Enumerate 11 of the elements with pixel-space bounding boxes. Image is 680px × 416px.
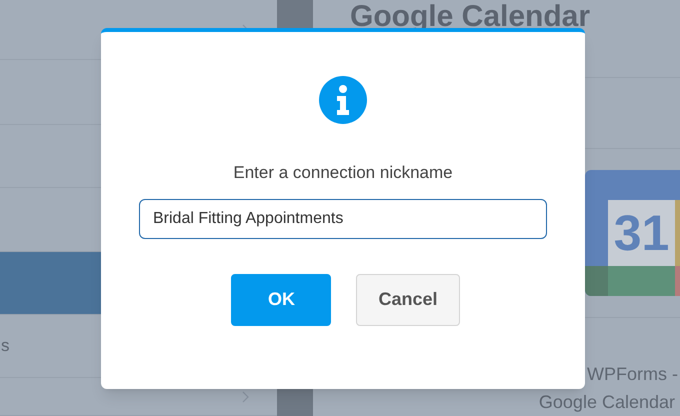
- card-caption: WPForms -: [587, 363, 678, 386]
- page-heading: Google Calendar: [350, 2, 590, 32]
- dialog-message: Enter a connection nickname: [233, 162, 453, 184]
- sidebar-item-label: s: [1, 335, 10, 358]
- calendar-day-number: 31: [612, 204, 670, 264]
- nickname-input[interactable]: Bridal Fitting Appointments: [139, 198, 547, 238]
- calendar-logo-icon: [585, 170, 680, 296]
- chevron-icon: [242, 390, 249, 402]
- card-caption: Google Calendar: [538, 391, 675, 414]
- info-icon: [319, 76, 367, 124]
- cancel-button[interactable]: Cancel: [356, 274, 460, 326]
